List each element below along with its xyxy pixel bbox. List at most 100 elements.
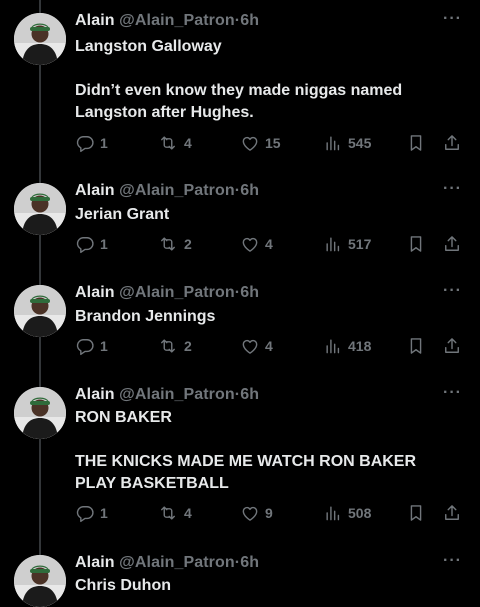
like-button[interactable]: 4	[240, 334, 273, 358]
avatar[interactable]	[14, 13, 66, 65]
avatar[interactable]	[14, 183, 66, 235]
timestamp[interactable]: 6h	[240, 554, 259, 571]
bookmark-button[interactable]	[406, 131, 426, 155]
views-icon	[323, 133, 343, 153]
view-count: 418	[348, 338, 372, 354]
like-count: 15	[265, 135, 281, 151]
tweet[interactable]: Alain @Alain_Patron·6h ··· Langston Gall…	[0, 0, 480, 170]
reply-count: 1	[100, 135, 108, 151]
bookmark-icon	[406, 336, 426, 356]
retweet-count: 4	[184, 505, 192, 521]
retweet-button[interactable]: 2	[157, 232, 192, 256]
username[interactable]: @Alain_Patron	[119, 182, 235, 199]
retweet-count: 2	[184, 338, 192, 354]
more-icon[interactable]: ···	[443, 384, 462, 402]
share-icon	[442, 503, 462, 523]
timestamp[interactable]: 6h	[240, 12, 259, 29]
reply-button[interactable]: 1	[75, 232, 108, 256]
username[interactable]: @Alain_Patron	[119, 12, 235, 29]
avatar[interactable]	[14, 387, 66, 439]
views-button[interactable]: 508	[323, 501, 371, 525]
display-name[interactable]: Alain	[75, 284, 115, 301]
share-button[interactable]	[442, 334, 462, 358]
tweet-text: Jerian Grant	[75, 206, 170, 223]
bookmark-button[interactable]	[406, 501, 426, 525]
tweet-header: Alain @Alain_Patron·6h	[75, 12, 440, 30]
views-button[interactable]: 545	[323, 131, 371, 155]
action-bar: 1 2 4 517	[75, 232, 467, 256]
share-button[interactable]	[442, 232, 462, 256]
timestamp[interactable]: 6h	[240, 386, 259, 403]
tweet-header: Alain @Alain_Patron·6h	[75, 554, 440, 572]
bookmark-button[interactable]	[406, 232, 426, 256]
like-button[interactable]: 9	[240, 501, 273, 525]
tweet[interactable]: Alain @Alain_Patron·6h ··· Chris Duhon	[0, 542, 480, 607]
reply-count: 1	[100, 236, 108, 252]
reply-button[interactable]: 1	[75, 334, 108, 358]
tweet-header: Alain @Alain_Patron·6h	[75, 182, 440, 200]
username[interactable]: @Alain_Patron	[119, 386, 235, 403]
tweet-text: Brandon Jennings	[75, 308, 216, 325]
display-name[interactable]: Alain	[75, 554, 115, 571]
timestamp[interactable]: 6h	[240, 182, 259, 199]
retweet-icon	[157, 234, 179, 254]
tweet[interactable]: Alain @Alain_Patron·6h ··· Jerian Grant …	[0, 170, 480, 272]
retweet-icon	[157, 503, 179, 523]
avatar[interactable]	[14, 285, 66, 337]
views-icon	[323, 336, 343, 356]
reply-count: 1	[100, 338, 108, 354]
heart-icon	[240, 336, 260, 356]
heart-icon	[240, 234, 260, 254]
reply-icon	[75, 503, 95, 523]
reply-count: 1	[100, 505, 108, 521]
reply-icon	[75, 336, 95, 356]
tweet[interactable]: Alain @Alain_Patron·6h ··· Brandon Jenni…	[0, 272, 480, 374]
share-icon	[442, 234, 462, 254]
display-name[interactable]: Alain	[75, 12, 115, 29]
tweet-text: Chris Duhon	[75, 577, 171, 594]
bookmark-icon	[406, 503, 426, 523]
more-icon[interactable]: ···	[443, 282, 462, 300]
share-button[interactable]	[442, 501, 462, 525]
tweet-header: Alain @Alain_Patron·6h	[75, 284, 440, 302]
more-icon[interactable]: ···	[443, 180, 462, 198]
share-button[interactable]	[442, 131, 462, 155]
retweet-count: 2	[184, 236, 192, 252]
action-bar: 1 2 4 418	[75, 334, 467, 358]
reply-icon	[75, 234, 95, 254]
views-button[interactable]: 517	[323, 232, 371, 256]
retweet-icon	[157, 336, 179, 356]
reply-button[interactable]: 1	[75, 501, 108, 525]
bookmark-icon	[406, 234, 426, 254]
action-bar: 1 4 9 508	[75, 501, 467, 525]
tweet-text: RON BAKER THE KNICKS MADE ME WATCH RON B…	[75, 409, 417, 492]
like-count: 9	[265, 505, 273, 521]
retweet-button[interactable]: 2	[157, 334, 192, 358]
reply-button[interactable]: 1	[75, 131, 108, 155]
views-icon	[323, 503, 343, 523]
views-icon	[323, 234, 343, 254]
retweet-button[interactable]: 4	[157, 501, 192, 525]
tweet[interactable]: Alain @Alain_Patron·6h ··· RON BAKER THE…	[0, 374, 480, 540]
timestamp[interactable]: 6h	[240, 284, 259, 301]
share-icon	[442, 336, 462, 356]
bookmark-button[interactable]	[406, 334, 426, 358]
bookmark-icon	[406, 133, 426, 153]
display-name[interactable]: Alain	[75, 182, 115, 199]
avatar[interactable]	[14, 555, 66, 607]
retweet-button[interactable]: 4	[157, 131, 192, 155]
reply-icon	[75, 133, 95, 153]
like-count: 4	[265, 338, 273, 354]
view-count: 545	[348, 135, 372, 151]
views-button[interactable]: 418	[323, 334, 371, 358]
more-icon[interactable]: ···	[443, 10, 462, 28]
view-count: 508	[348, 505, 372, 521]
display-name[interactable]: Alain	[75, 386, 115, 403]
like-count: 4	[265, 236, 273, 252]
like-button[interactable]: 15	[240, 131, 281, 155]
username[interactable]: @Alain_Patron	[119, 284, 235, 301]
like-button[interactable]: 4	[240, 232, 273, 256]
tweet-header: Alain @Alain_Patron·6h	[75, 386, 440, 404]
more-icon[interactable]: ···	[443, 552, 462, 570]
username[interactable]: @Alain_Patron	[119, 554, 235, 571]
